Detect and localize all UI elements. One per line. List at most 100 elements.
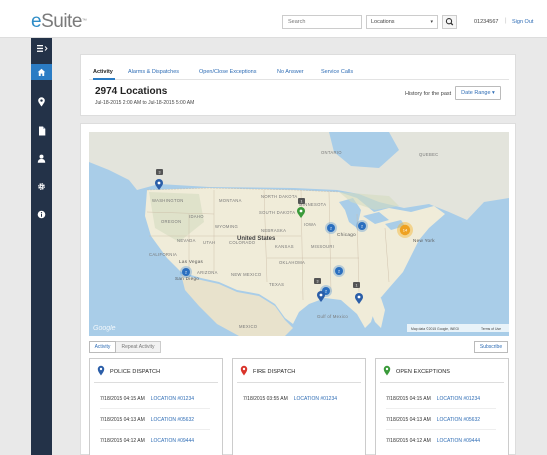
subscribe-button[interactable]: Subscribe (474, 341, 508, 353)
map-cluster[interactable]: 2 (333, 265, 345, 277)
sidebar-item-info[interactable] (31, 206, 52, 222)
divider (100, 408, 210, 409)
divider (380, 382, 504, 383)
row-time: 7/18/2015 04:15 AM (100, 396, 145, 402)
google-logo: Google (93, 325, 116, 332)
police-dispatch-card: POLICE DISPATCH 7/18/2015 04:15 AM LOCATI… (89, 358, 223, 455)
location-select[interactable]: Locations ▾ (366, 15, 438, 29)
history-label: History for the past (405, 91, 452, 97)
logo-trademark: ™ (81, 18, 87, 24)
map-label: MEXICO (239, 324, 258, 329)
map-label: MISSOURI (311, 244, 334, 249)
map-label: QUEBEC (419, 152, 438, 157)
location-link[interactable]: LOCATION #01234 (294, 396, 337, 402)
map-label: WYOMING (215, 224, 238, 229)
location-link[interactable]: LOCATION #05632 (151, 417, 194, 423)
map-label: IDAHO (189, 214, 204, 219)
location-select-value: Locations (371, 19, 395, 25)
map-label: NORTH DAKOTA (261, 194, 297, 199)
gear-icon (38, 182, 45, 190)
tab-activity[interactable]: Activity (93, 69, 113, 75)
sidebar-item-home[interactable] (31, 64, 52, 80)
map-label: New York (413, 238, 435, 243)
sign-out-link[interactable]: Sign Out (512, 19, 533, 25)
map-cluster[interactable]: 2 (325, 222, 337, 234)
activity-toggle-button[interactable]: Activity (89, 341, 116, 353)
card-title: POLICE DISPATCH (110, 369, 161, 375)
map-label: Gulf of Mexico (317, 314, 348, 319)
row-time: 7/18/2015 04:12 AM (386, 438, 431, 444)
tab-alarms-dispatches[interactable]: Alarms & Dispatches (128, 69, 179, 75)
location-link[interactable]: LOCATION #09444 (437, 438, 480, 444)
list-item: 7/18/2015 04:13 AM LOCATION #05632 (100, 417, 194, 423)
row-time: 7/18/2015 04:13 AM (100, 417, 145, 423)
location-link[interactable]: LOCATION #01234 (437, 396, 480, 402)
main-panel: ONTARIO QUEBEC WASHINGTON MONTANA NORTH … (80, 123, 516, 455)
map-label: OKLAHOMA (279, 260, 305, 265)
info-icon (37, 210, 46, 218)
map-attribution: Map data ©2015 Google, INEGI (411, 327, 459, 331)
map-label: NEVADA (177, 238, 196, 243)
tab-open-close-exceptions[interactable]: Open/Close Exceptions (199, 69, 256, 75)
map-label: IOWA (304, 222, 316, 227)
map-cluster[interactable]: 2 (180, 266, 192, 278)
svg-text:3: 3 (159, 171, 161, 175)
repeat-activity-toggle-button[interactable]: Repeat Activity (116, 341, 161, 353)
map-label: ARIZONA (197, 270, 218, 275)
header-divider: | (505, 18, 507, 24)
row-time: 7/18/2015 04:13 AM (386, 417, 431, 423)
map-label: Las Vegas (179, 259, 204, 264)
active-tab-indicator (93, 78, 115, 80)
sidebar-item-menu[interactable] (31, 40, 52, 56)
time-range-text: Jul-18-2015 2:00 AM to Jul-18-2015 5:00 … (95, 100, 195, 106)
location-link[interactable]: LOCATION #01234 (151, 396, 194, 402)
svg-text:1: 1 (301, 200, 303, 204)
location-count-title: 2974 Locations (95, 86, 168, 97)
map-label: Chicago (337, 232, 356, 237)
svg-text:2: 2 (330, 227, 332, 231)
tab-no-answer[interactable]: No Answer (277, 69, 304, 75)
map-cluster[interactable]: 2 (356, 220, 368, 232)
svg-text:14: 14 (403, 228, 408, 233)
location-link[interactable]: LOCATION #05632 (437, 417, 480, 423)
list-item: 7/18/2015 04:13 AM LOCATION #05632 (386, 417, 480, 423)
menu-icon (36, 44, 48, 52)
search-input[interactable] (282, 15, 362, 29)
search-button[interactable] (442, 15, 457, 29)
search-icon (445, 18, 454, 26)
list-item: 7/18/2015 03:55 AM LOCATION #01234 (243, 396, 337, 402)
card-title: OPEN EXCEPTIONS (396, 369, 451, 375)
sidebar-item-users[interactable] (31, 150, 52, 166)
logo-text: Suite (41, 11, 82, 32)
tab-service-calls[interactable]: Service Calls (321, 69, 353, 75)
map-label: OREGON (161, 219, 181, 224)
map-cluster-large[interactable]: 14 (397, 222, 413, 238)
user-icon (37, 154, 46, 163)
map-label: UTAH (203, 240, 215, 245)
esuite-logo[interactable]: eSuite™ (31, 11, 87, 32)
location-link[interactable]: LOCATION #09444 (151, 438, 194, 444)
divider (386, 408, 496, 409)
sidebar-item-reports[interactable] (31, 123, 52, 139)
map-canvas: ONTARIO QUEBEC WASHINGTON MONTANA NORTH … (89, 132, 509, 336)
map-label: MONTANA (219, 198, 242, 203)
sidebar (31, 38, 52, 455)
sidebar-item-settings[interactable] (31, 178, 52, 194)
row-time: 7/18/2015 04:12 AM (100, 438, 145, 444)
list-item: 7/18/2015 04:12 AM LOCATION #09444 (100, 438, 194, 444)
logo-prefix: e (31, 11, 42, 32)
card-title: FIRE DISPATCH (253, 369, 296, 375)
map-view[interactable]: ONTARIO QUEBEC WASHINGTON MONTANA NORTH … (89, 132, 509, 336)
sidebar-item-locations[interactable] (31, 94, 52, 110)
svg-text:2: 2 (185, 271, 187, 275)
map-label: NEBRASKA (261, 228, 286, 233)
list-item: 7/18/2015 04:12 AM LOCATION #09444 (386, 438, 480, 444)
top-header: eSuite™ Locations ▾ 01234567 | Sign Out (0, 0, 547, 38)
divider (100, 429, 210, 430)
map-terms-link[interactable]: Terms of Use (481, 327, 501, 331)
location-pin-icon (383, 365, 391, 376)
map-label: CALIFORNIA (149, 252, 177, 257)
date-range-button[interactable]: Date Range ▾ (455, 86, 501, 100)
map-label: NEW MEXICO (231, 272, 262, 277)
account-number: 01234567 (474, 19, 499, 25)
